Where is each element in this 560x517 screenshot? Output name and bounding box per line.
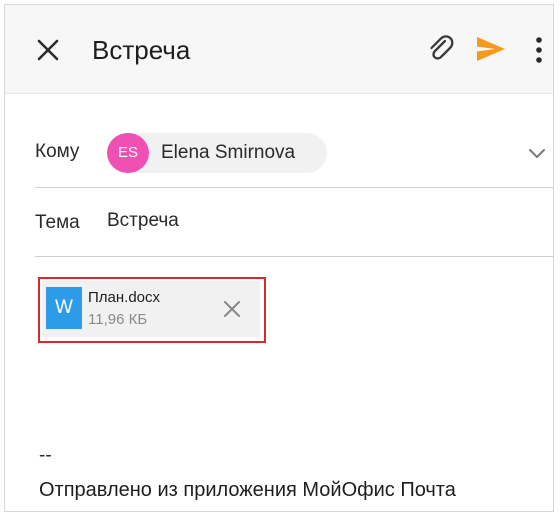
- send-icon[interactable]: [475, 35, 507, 63]
- close-icon[interactable]: [35, 37, 61, 63]
- recipient-row: Кому ES Elena Smirnova: [35, 125, 553, 188]
- paperclip-icon[interactable]: [423, 31, 457, 65]
- more-vertical-icon[interactable]: [533, 35, 545, 65]
- chevron-down-icon[interactable]: [527, 147, 547, 161]
- word-document-icon: W: [46, 287, 82, 329]
- signature-separator: --: [39, 445, 52, 466]
- attachment-file-size: 11,96 КБ: [88, 311, 148, 328]
- recipient-name: Elena Smirnova: [161, 142, 296, 163]
- remove-attachment-icon[interactable]: [222, 299, 242, 319]
- compose-screen: Встреча Кому ES Elena Smirnova Тема Встр…: [4, 4, 554, 512]
- subject-input[interactable]: [107, 206, 527, 236]
- subject-row: Тема: [35, 188, 553, 257]
- signature-text: Отправлено из приложения МойОфис Почта: [39, 479, 456, 501]
- avatar: ES: [107, 133, 149, 173]
- attachment-file-name: План.docx: [88, 289, 161, 306]
- app-bar: Встреча: [5, 5, 553, 94]
- page-title: Встреча: [92, 35, 191, 65]
- recipient-label: Кому: [35, 141, 80, 162]
- attachment-chip[interactable]: W План.docx 11,96 КБ: [42, 281, 260, 337]
- subject-label: Тема: [35, 212, 80, 233]
- attachment-highlight: W План.docx 11,96 КБ: [38, 277, 266, 343]
- recipient-chip[interactable]: ES Elena Smirnova: [107, 133, 327, 173]
